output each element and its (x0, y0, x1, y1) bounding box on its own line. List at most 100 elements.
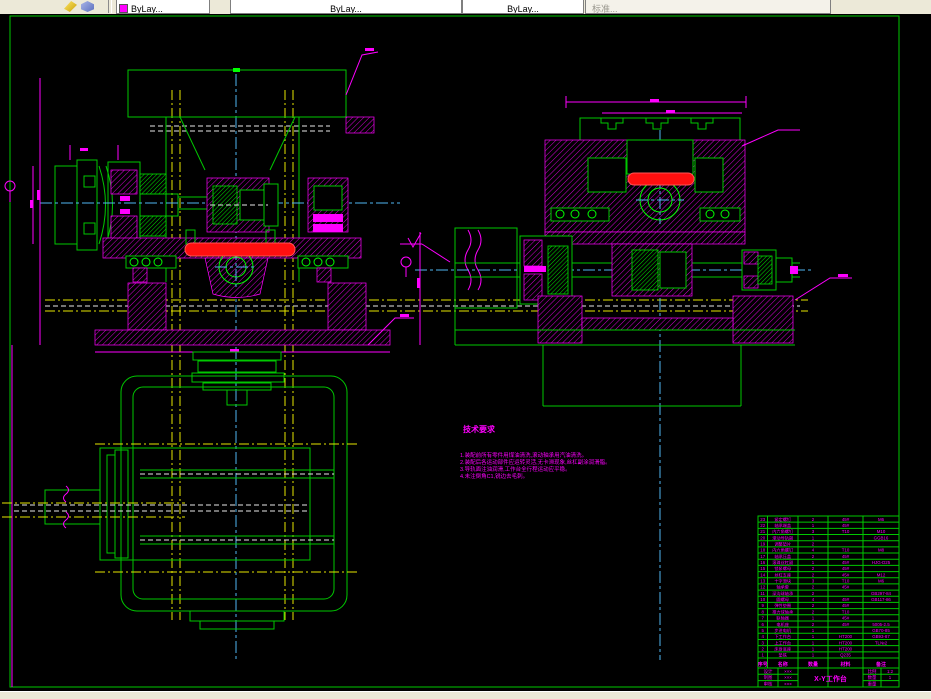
selected-part-side[interactable] (627, 172, 695, 186)
title-block: 23 紧定螺钉 2 45# M622 轴承端盖 1 45#21 内六角螺钉 3 T10 M1020 滚动… (757, 515, 900, 688)
title-block-text: 10 (760, 597, 765, 602)
linetype-control-value: ByLay... (330, 4, 362, 14)
title-block-text: 轴承端盖 (774, 522, 791, 529)
title-block-text: GGB16 (874, 535, 889, 540)
title-block-text: 垫铁 (779, 652, 788, 659)
title-block-text: 45# (842, 560, 850, 565)
title-block-text: 22 (760, 523, 765, 528)
title-block-text: 3 (812, 579, 815, 584)
toolbar-separator (108, 0, 112, 13)
title-block-text: 联轴器 (776, 615, 789, 622)
title-block-text: 11 (760, 591, 765, 596)
plan-view (2, 351, 360, 630)
title-block-text: M10 (877, 529, 886, 534)
title-block-text: 2 (812, 622, 815, 627)
title-block-text: 45# (842, 523, 850, 528)
title-block-text: 2 (812, 517, 815, 522)
title-block-text: 备注 (875, 661, 886, 668)
selected-part-front[interactable] (184, 242, 296, 257)
tech-requirement-line: 2.装配后各运动部件应运转灵活,无卡滞现象,丝杠副涂润滑脂。 (460, 458, 611, 466)
title-block-text: 45# (842, 585, 850, 590)
title-block-text: 电机座 (776, 621, 789, 628)
title-block-text: 9 (761, 603, 764, 608)
title-block-text: 制图 (764, 674, 773, 681)
title-block-text: M6 (878, 579, 885, 584)
title-block-text: 紧定螺钉 (774, 516, 792, 523)
color-control-dropdown[interactable]: ByLay... (116, 0, 210, 14)
title-block-text: M6 (878, 517, 885, 522)
title-block-text: 2 (812, 566, 815, 571)
title-block-text: 20 (760, 535, 765, 540)
title-block-text: 45# (842, 566, 850, 571)
title-block-text: 2 (812, 603, 815, 608)
title-block-text: 材料 (840, 661, 850, 668)
title-block-text: GB70-85 (872, 628, 890, 633)
title-block-text: 12 (760, 585, 765, 590)
tech-requirement-line: 1.装配前所有零件用煤油清洗,滚动轴承用汽油清洗。 (460, 451, 587, 459)
title-block-text: 序号 (757, 661, 768, 668)
title-block-text: 1 (812, 634, 815, 639)
title-block-text: T10 (842, 529, 850, 534)
title-block-text: 滚动导轨副 (772, 534, 793, 541)
title-block-text: 1 (812, 535, 815, 540)
title-block-text: 名称 (778, 661, 788, 668)
title-block-text: 设计 (764, 668, 773, 675)
title-block-text: 4 (812, 597, 815, 602)
title-block-text: 1 (761, 653, 764, 658)
title-block-text: 45# (842, 616, 850, 621)
title-block-text: 45# (842, 597, 850, 602)
tech-requirements: 技术要求 1.装配前所有零件用煤油清洗,滚动轴承用汽油清洗。 2.装配后各运动部… (460, 424, 611, 480)
title-block-text: 1 (812, 653, 815, 658)
title-block-text: 推力球轴承 (772, 608, 794, 615)
title-block-text: 45# (842, 554, 850, 559)
match-properties-icon[interactable] (64, 1, 77, 12)
title-block-text: 45# (842, 622, 850, 627)
lineweight-control-dropdown[interactable]: ByLay... (462, 0, 584, 14)
title-block-text: 16 (760, 560, 765, 565)
title-block-text: X-Y工作台 (814, 674, 847, 683)
title-block-text: 十字滑块 (774, 578, 792, 585)
tech-requirement-line: 4.未注倒角C1,锐边去毛刺。 (460, 472, 528, 480)
title-block-text: 内六角螺钉 (772, 528, 794, 535)
title-block-text: 21 (760, 529, 765, 534)
drawing-canvas[interactable]: 技术要求 1.装配前所有零件用煤油清洗,滚动轴承用汽油清洗。 2.装配后各运动部… (0, 14, 931, 691)
style-control-value: 标准... (592, 4, 618, 14)
title-block-text: 3 (812, 529, 815, 534)
title-block-text: 内六角螺钉 (772, 547, 794, 554)
title-block-text: 审核 (764, 680, 773, 687)
title-block-text: 比例 (868, 668, 877, 675)
title-block-text: 19 (760, 541, 765, 546)
title-block-text: 23 (760, 517, 765, 522)
front-view (40, 68, 400, 346)
title-block-text: 弹性垫圈 (774, 602, 791, 609)
title-block-text: 18 (760, 548, 765, 553)
title-block-text: 15 (760, 566, 765, 571)
title-block-text: 5 (761, 628, 764, 633)
title-block-text: Q235 (840, 653, 851, 658)
title-block-text: 6 (761, 622, 764, 627)
title-block-text: 45# (842, 572, 850, 577)
title-block-text: M8 (878, 548, 885, 553)
linetype-control-dropdown[interactable]: ByLay... (230, 0, 462, 14)
title-block-text: 深沟球轴承 (772, 590, 794, 597)
title-block-text: 丝杠支座 (774, 571, 791, 578)
title-block-text: 1 (812, 560, 815, 565)
title-block-text: 2 (812, 572, 815, 577)
title-block-text: 1 (812, 616, 815, 621)
title-block-text: ××× (784, 681, 792, 686)
title-block-text: 步进电机 (774, 627, 792, 634)
title-block-text: 2 (761, 646, 764, 651)
title-block-text: 8 (761, 609, 764, 614)
title-block-text: HJG-D25 (872, 560, 891, 565)
title-block-text: 滚珠丝杠副 (772, 559, 793, 566)
title-block-text: 45# (842, 517, 850, 522)
title-block-text: T10 (842, 609, 850, 614)
title-block-text: HT200 (839, 646, 853, 651)
title-block-text: HT200 (839, 640, 853, 645)
style-control-dropdown[interactable]: 标准... (585, 0, 831, 14)
color-swatch-icon[interactable] (81, 1, 94, 12)
title-block-text: 床身底座 (774, 645, 791, 652)
title-block-text: 2 (812, 554, 815, 559)
title-block-text: 7 (761, 616, 764, 621)
title-block-text: HT200 (839, 634, 853, 639)
